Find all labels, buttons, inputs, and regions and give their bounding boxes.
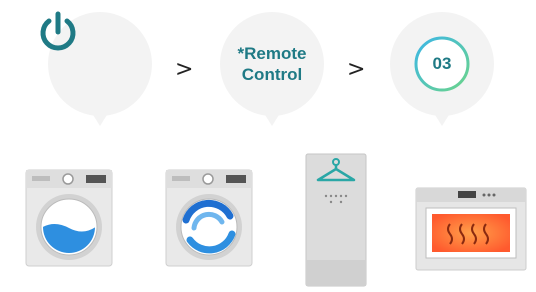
clothes-styler-icon <box>304 152 368 288</box>
washer-icon <box>24 168 114 268</box>
instruction-graphic: > *Remote Control > 03 <box>0 0 536 292</box>
step-remote-bubble: *Remote Control <box>208 10 336 128</box>
step-power-bubble <box>36 10 164 128</box>
step-separator: > <box>347 57 366 82</box>
washer-spin-icon <box>164 168 254 268</box>
oven-icon <box>414 186 528 272</box>
step-code-bubble: 03 <box>378 10 506 128</box>
remote-control-label: *Remote Control <box>237 44 307 84</box>
code-ring: 03 <box>413 35 471 93</box>
step-separator: > <box>175 57 194 82</box>
code-value: 03 <box>432 54 452 73</box>
